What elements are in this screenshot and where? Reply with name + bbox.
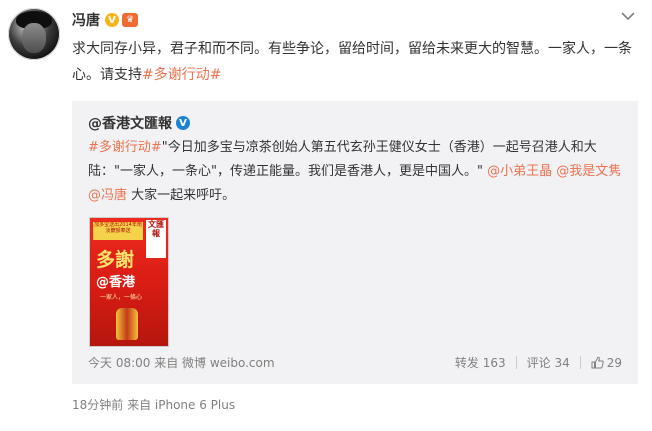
thumbnail-subheadline: @香港 xyxy=(96,275,136,290)
repost-author-name[interactable]: @香港文匯報 xyxy=(88,113,172,133)
mention-link-2[interactable]: @我是文隽 xyxy=(556,164,621,179)
like-count: 29 xyxy=(606,355,622,370)
comment-count-link[interactable]: 评论 34 xyxy=(517,354,580,371)
thumbnail-can-graphic xyxy=(116,308,138,340)
repost-stats: 转发 163 评论 34 29 xyxy=(445,354,622,371)
repost-hashtag-link[interactable]: #多谢行动# xyxy=(88,140,162,155)
avatar-face xyxy=(22,23,46,53)
repost-footer: 今天 08:00 来自 微博 weibo.com 转发 163 评论 34 29 xyxy=(88,354,622,372)
repost-card[interactable]: @香港文匯報 V #多谢行动#"今日加多宝与凉茶创始人第五代玄孙王健仪女士（香港… xyxy=(72,101,638,384)
repost-text: #多谢行动#"今日加多宝与凉茶创始人第五代玄孙王健仪女士（香港）一起号召港人和大… xyxy=(88,136,622,208)
repost-timestamp[interactable]: 今天 08:00 来自 微博 weibo.com xyxy=(88,354,275,371)
mention-link-3[interactable]: @冯唐 xyxy=(88,188,127,203)
thumbnail-slogan: 一家人，一條心 xyxy=(100,294,143,301)
author-row: 冯唐 V ♛ xyxy=(72,10,138,30)
thumbnail-banner: 加多宝送出2014年南淡鍍額奉送 xyxy=(93,222,143,240)
thumbnail-logo: 文匯報 xyxy=(146,220,166,258)
repost-image-thumbnail[interactable]: 加多宝送出2014年南淡鍍額奉送 文匯報 多謝 @香港 一家人，一條心 xyxy=(89,217,169,347)
repost-text-tail: 大家一起来呼吁。 xyxy=(127,188,236,203)
post-text: 求大同存小异，君子和而不同。有些争论，留给时间，留给未来更大的智慧。一家人，一条… xyxy=(72,36,640,88)
hashtag-link[interactable]: #多谢行动# xyxy=(142,67,221,83)
author-name[interactable]: 冯唐 xyxy=(72,10,100,30)
post-footer-meta[interactable]: 18分钟前 来自 iPhone 6 Plus xyxy=(72,396,235,413)
vip-badge-icon[interactable]: V xyxy=(105,13,119,27)
author-avatar[interactable] xyxy=(8,8,60,60)
thumbnail-headline: 多謝 xyxy=(96,249,135,271)
mention-link-1[interactable]: @小弟王晶 xyxy=(487,164,552,179)
like-button[interactable]: 29 xyxy=(581,356,622,370)
thumbs-up-icon xyxy=(591,356,604,369)
repost-author-row: @香港文匯報 V xyxy=(88,113,190,133)
chevron-down-icon[interactable] xyxy=(618,8,638,24)
member-badge-icon[interactable]: ♛ xyxy=(122,13,138,27)
repost-count-link[interactable]: 转发 163 xyxy=(445,354,516,371)
verified-v-icon: V xyxy=(176,116,190,130)
